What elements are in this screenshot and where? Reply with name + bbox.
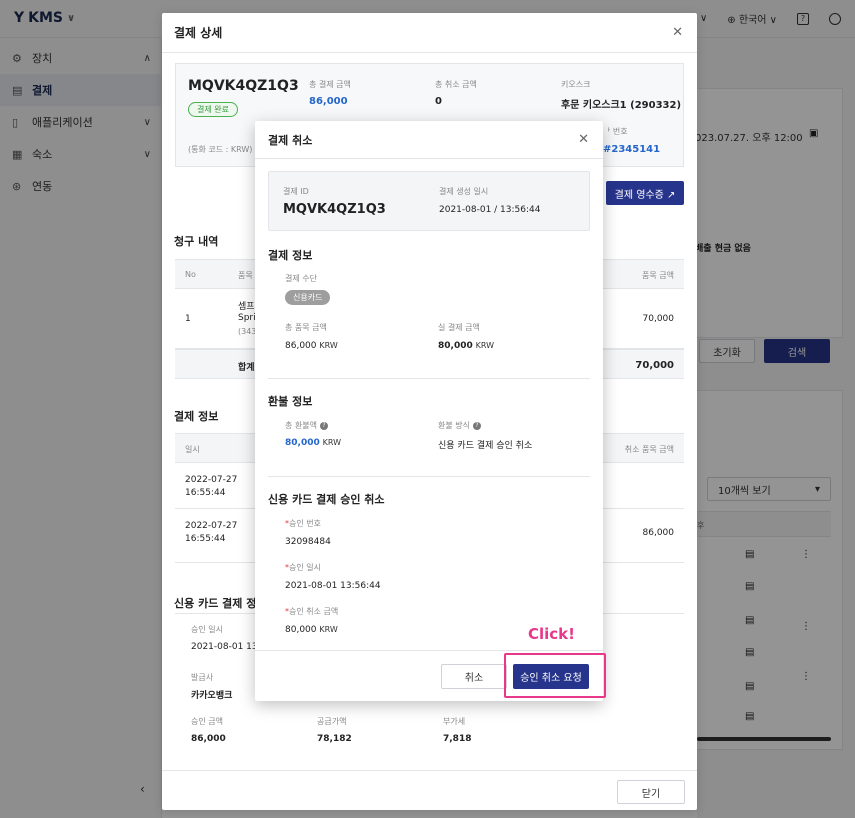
approval-number-value: 32098484: [285, 537, 331, 547]
close-button[interactable]: 닫기: [617, 780, 685, 804]
card-cancel-title: 신용 카드 결제 승인 취소: [268, 493, 385, 506]
approval-datetime-label-text: 승인 일시: [289, 563, 321, 572]
approved-amount-label: 승인 금액: [191, 717, 223, 726]
help-icon[interactable]: ?: [319, 422, 328, 430]
payment-id: MQVK4QZ1Q3: [188, 78, 299, 94]
row-time: 16:55:44: [185, 534, 226, 544]
approval-datetime-value: 2021-08-01 13:56:44: [285, 581, 381, 591]
modal-header: 결제 상세 ✕: [162, 13, 697, 53]
vat-value: 7,818: [443, 734, 472, 744]
currency-label: KRW: [322, 438, 341, 447]
divider: [268, 378, 590, 379]
approval-number-label-text: 승인 번호: [289, 519, 321, 528]
modal-footer: 닫기: [162, 770, 697, 810]
approval-datetime-label: 승인 일시: [191, 625, 223, 634]
actual-payment-label: 실 결제 금액: [438, 323, 480, 332]
approval-datetime-label: *승인 일시: [285, 562, 321, 573]
currency-label: KRW: [319, 625, 338, 634]
issuer-label: 발급사: [191, 673, 214, 682]
total-refund-label-text: 총 환불액: [285, 421, 317, 430]
cancel-button[interactable]: 취소: [441, 664, 507, 689]
supply-amount-value: 78,182: [317, 734, 352, 744]
column-header: 품목 금액: [642, 271, 674, 280]
currency-label: KRW: [475, 341, 494, 350]
approval-cancel-amount-label-text: 승인 취소 금액: [289, 607, 339, 616]
approval-cancel-amount: 80,000 KRW: [285, 625, 338, 635]
actual-payment-value: 80,000: [438, 341, 473, 351]
total-refund-value: 80,000: [285, 438, 320, 448]
refund-info-title: 환불 정보: [268, 395, 313, 408]
total-refund-label: 총 환불액?: [285, 420, 328, 431]
row-item-code: (343: [238, 327, 257, 336]
column-header: No: [185, 270, 196, 279]
total-refund: 80,000 KRW: [285, 438, 341, 448]
payment-id-value: MQVK4QZ1Q3: [283, 202, 386, 217]
approval-cancel-amount-label: *승인 취소 금액: [285, 606, 338, 617]
card-info-title: 신용 카드 결제 정보: [174, 597, 267, 610]
total-value: 70,000: [635, 360, 674, 371]
receipt-button[interactable]: 결제 영수증 ↗: [606, 181, 684, 205]
cancel-amount-value: 0: [435, 96, 442, 107]
total-item-amount: 86,000 KRW: [285, 341, 338, 351]
dialog-header: 결제 취소 ✕: [255, 121, 603, 159]
row-item-option: Spri: [238, 313, 256, 323]
cancel-amount-label: 총 취소 금액: [435, 80, 477, 89]
payment-method-badge: 신용카드: [285, 290, 331, 305]
approved-amount-value: 86,000: [191, 734, 226, 744]
help-icon[interactable]: ?: [472, 422, 481, 430]
actual-payment: 80,000 KRW: [438, 341, 494, 351]
click-highlight-box: [504, 653, 606, 698]
row-date: 2022-07-27: [185, 521, 238, 531]
order-number-value[interactable]: #2345141: [603, 144, 660, 155]
close-icon[interactable]: ✕: [672, 25, 683, 40]
divider: [268, 476, 590, 477]
kiosk-label: 키오스크: [561, 80, 591, 89]
currency-note: (통화 코드 : KRW): [188, 145, 253, 154]
approval-cancel-amount-value: 80,000: [285, 625, 317, 635]
supply-amount-label: 공급가액: [317, 717, 347, 726]
column-header: 일시: [185, 445, 200, 454]
row-amount: 86,000: [642, 528, 675, 538]
refund-method-value: 신용 카드 결제 승인 취소: [438, 441, 533, 451]
kiosk-value: 후문 키오스크1 (290332): [561, 100, 682, 111]
created-at-value: 2021-08-01 / 13:56:44: [439, 205, 541, 215]
click-annotation-label: Click!: [528, 625, 575, 643]
column-header: 취소 품목 금액: [624, 445, 674, 454]
total-amount-value[interactable]: 86,000: [309, 96, 348, 107]
row-number: 1: [185, 314, 191, 324]
modal-title: 결제 상세: [174, 26, 223, 40]
row-time: 16:55:44: [185, 488, 226, 498]
row-amount: 70,000: [642, 314, 675, 324]
total-item-amount-value: 86,000: [285, 341, 317, 351]
payment-info-title: 결제 정보: [268, 249, 313, 262]
total-item-amount-label: 총 품목 금액: [285, 323, 327, 332]
column-header: 품목: [238, 271, 253, 280]
payment-method-label: 결제 수단: [285, 274, 317, 283]
currency-label: KRW: [319, 341, 338, 350]
close-icon[interactable]: ✕: [578, 132, 589, 147]
total-amount-label: 총 결제 금액: [309, 80, 351, 89]
row-item-name: 셈프: [238, 302, 255, 312]
payment-info-title: 결제 정보: [174, 410, 219, 423]
payment-id-box: 결제 ID MQVK4QZ1Q3 결제 생성 일시 2021-08-01 / 1…: [268, 171, 590, 231]
total-label: 합계: [238, 363, 255, 373]
refund-method-label: 환불 방식?: [438, 420, 481, 431]
refund-method-label-text: 환불 방식: [438, 421, 470, 430]
payment-id-label: 결제 ID: [283, 187, 309, 196]
created-at-label: 결제 생성 일시: [439, 187, 489, 196]
approval-number-label: *승인 번호: [285, 518, 321, 529]
row-date: 2022-07-27: [185, 475, 238, 485]
order-number-label: ᅡ 번호: [603, 127, 628, 136]
dialog-title: 결제 취소: [268, 133, 313, 147]
issuer-value: 카카오뱅크: [191, 691, 233, 701]
payment-cancel-dialog: 결제 취소 ✕ 결제 ID MQVK4QZ1Q3 결제 생성 일시 2021-0…: [255, 121, 603, 701]
status-badge: 결제 완료: [188, 102, 238, 117]
vat-label: 부가세: [443, 717, 466, 726]
billing-title: 청구 내역: [174, 235, 219, 248]
